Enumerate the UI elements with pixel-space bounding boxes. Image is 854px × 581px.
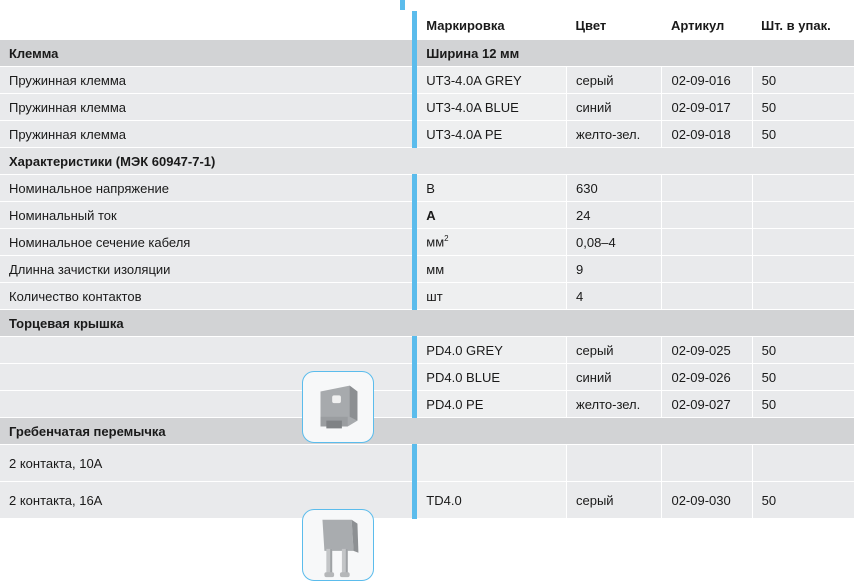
char-unit-superscript: 2 [444,234,449,244]
char-unit: В [412,174,567,202]
characteristics-title: Характеристики (МЭК 60947-7-1) [0,147,854,175]
char-unit: мм [412,255,567,283]
header-color: Цвет [566,11,662,40]
product-article: 02-09-016 [661,66,753,94]
product-marking: UT3-4.0A BLUE [412,93,567,121]
empty-cell [751,174,854,202]
end-cover-icon [320,385,358,429]
empty-cell [751,201,854,229]
char-value: 24 [565,201,662,229]
product-color: синий [565,363,662,391]
product-color [565,444,662,482]
char-name: Номинальный ток [0,201,415,229]
product-article: 02-09-030 [661,481,753,519]
empty-cell [751,228,854,256]
jumper-icon [322,519,359,578]
header-article: Артикул [661,11,753,40]
section-characteristics: Характеристики (МЭК 60947-7-1) [0,147,854,175]
section-width: Ширина 12 мм [412,39,854,67]
table-row: PD4.0 GREY серый 02-09-025 50 [0,336,854,364]
header-blank [0,11,415,40]
section-terminal: Клемма Ширина 12 мм [0,39,854,67]
empty-cell [661,228,753,256]
empty-cell [751,282,854,310]
product-qty: 50 [751,93,854,121]
table-row: Номинальное напряжение В 630 [0,174,854,202]
end-cover-image [302,371,374,443]
empty-cell [661,201,753,229]
table-row: Номинальное сечение кабеля мм2 0,08–4 [0,228,854,256]
table-row: Пружинная клемма UT3-4.0A BLUE синий 02-… [0,93,854,121]
header-qty: Шт. в упак. [752,11,854,40]
empty-cell [661,174,753,202]
header-marking: Маркировка [412,11,567,40]
product-article: 02-09-025 [661,336,753,364]
section-jumper: Гребенчатая перемычка [0,417,854,445]
char-name: Длинна зачистки изоляции [0,255,415,283]
char-name: Номинальное сечение кабеля [0,228,415,256]
table-row: PD4.0 PE желто-зел. 02-09-027 50 [0,390,854,418]
char-value: 9 [565,255,662,283]
product-color: синий [565,93,662,121]
char-unit-text: мм [426,234,445,250]
product-marking [412,444,567,482]
product-qty: 50 [751,336,854,364]
product-color: серый [565,481,662,519]
empty-cell [661,282,753,310]
char-unit: шт [412,282,567,310]
char-unit: мм2 [412,228,567,256]
product-article: 02-09-026 [661,363,753,391]
product-qty: 50 [751,390,854,418]
product-marking: PD4.0 GREY [412,336,567,364]
product-name: Пружинная клемма [0,66,415,94]
product-marking: TD4.0 [412,481,567,519]
table-row: Пружинная клемма UT3-4.0A PE желто-зел. … [0,120,854,148]
product-qty [751,444,854,482]
header-accent-bar [400,0,405,10]
product-qty: 50 [751,481,854,519]
jumper-image [302,509,374,581]
jumper-title: Гребенчатая перемычка [0,417,854,445]
table-row: Длинна зачистки изоляции мм 9 [0,255,854,283]
product-article: 02-09-017 [661,93,753,121]
table-row: 2 контакта, 10А [0,444,854,482]
table-row: 2 контакта, 16А TD4.0 серый 02-09-030 50 [0,481,854,519]
product-article [661,444,753,482]
end-cover-title: Торцевая крышка [0,309,854,337]
product-marking: UT3-4.0A GREY [412,66,567,94]
product-article: 02-09-018 [661,120,753,148]
table-row: PD4.0 BLUE синий 02-09-026 50 [0,363,854,391]
char-name: Количество контактов [0,282,415,310]
section-end-cover: Торцевая крышка [0,309,854,337]
product-qty: 50 [751,363,854,391]
product-marking: PD4.0 BLUE [412,363,567,391]
section-title: Клемма [0,39,415,67]
product-name: Пружинная клемма [0,93,415,121]
product-marking: UT3-4.0A PE [412,120,567,148]
char-value: 0,08–4 [565,228,662,256]
product-name: Пружинная клемма [0,120,415,148]
product-color: серый [565,336,662,364]
product-qty: 50 [751,66,854,94]
empty-cell [0,336,415,364]
char-value: 4 [565,282,662,310]
table-row: Номинальный ток А 24 [0,201,854,229]
table-row: Количество контактов шт 4 [0,282,854,310]
char-name: Номинальное напряжение [0,174,415,202]
product-qty: 50 [751,120,854,148]
table-header-row: Маркировка Цвет Артикул Шт. в упак. [0,11,854,40]
char-value: 630 [565,174,662,202]
empty-cell [661,255,753,283]
product-color: желто-зел. [565,120,662,148]
table-row: Пружинная клемма UT3-4.0A GREY серый 02-… [0,66,854,94]
product-name: 2 контакта, 10А [0,444,415,482]
product-spec-table: Маркировка Цвет Артикул Шт. в упак. Клем… [0,11,854,519]
char-unit: А [412,201,567,229]
empty-cell [751,255,854,283]
product-color: серый [565,66,662,94]
product-article: 02-09-027 [661,390,753,418]
product-marking: PD4.0 PE [412,390,567,418]
product-color: желто-зел. [565,390,662,418]
